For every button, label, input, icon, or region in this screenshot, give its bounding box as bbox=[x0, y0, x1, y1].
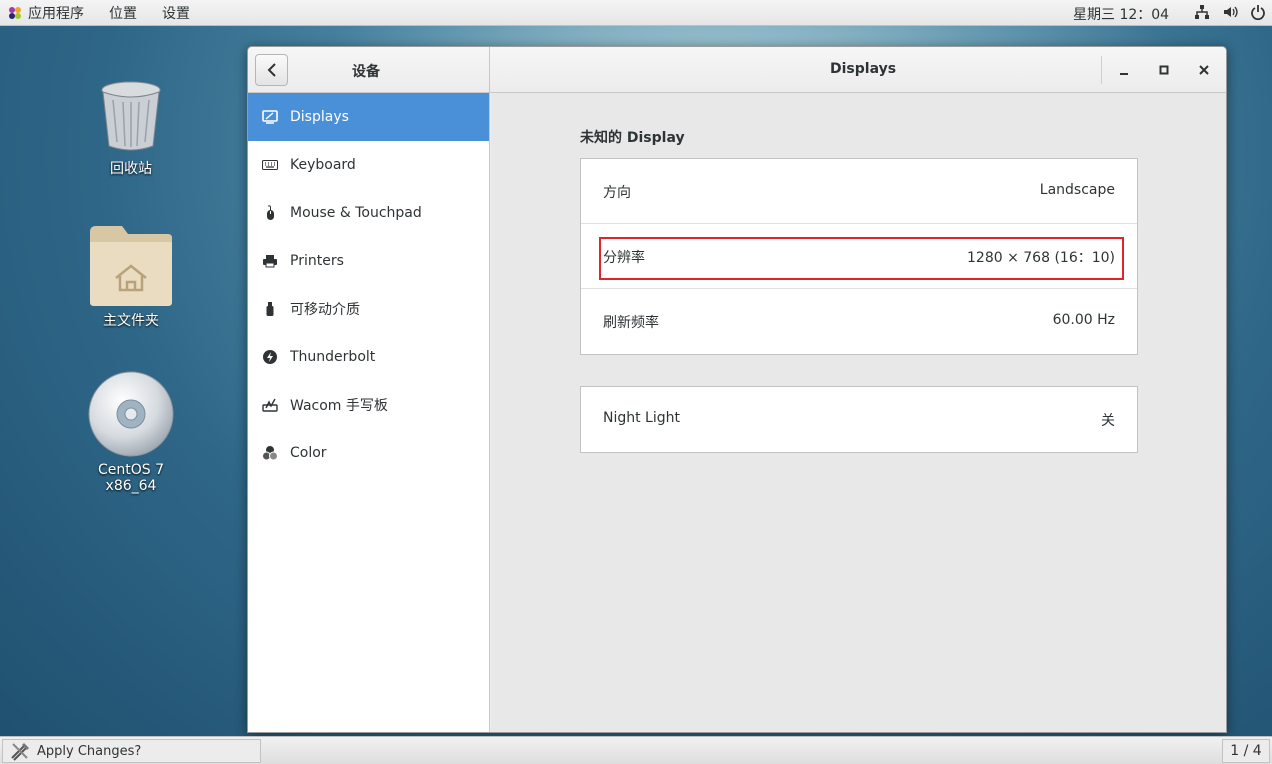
menu-applications[interactable]: 应用程序 bbox=[28, 3, 84, 23]
volume-icon[interactable] bbox=[1222, 4, 1238, 20]
disc-icon bbox=[88, 371, 174, 457]
sidebar-item-label: 可移动介质 bbox=[290, 302, 360, 318]
display-section-title: 未知的 Display bbox=[580, 130, 685, 146]
orientation-row[interactable]: 方向 Landscape bbox=[581, 159, 1137, 224]
maximize-button[interactable] bbox=[1154, 60, 1174, 80]
top-panel: 应用程序 位置 设置 星期三 12：04 bbox=[0, 0, 1272, 26]
display-icon bbox=[262, 109, 278, 125]
sidebar-item-label: Mouse & Touchpad bbox=[290, 205, 422, 221]
sidebar-title: 设备 bbox=[352, 64, 380, 80]
sidebar-item-removable-media[interactable]: 可移动介质 bbox=[248, 285, 489, 333]
sidebar-item-keyboard[interactable]: Keyboard bbox=[248, 141, 489, 189]
row-value: 60.00 Hz bbox=[1052, 312, 1115, 328]
night-light-panel: Night Light 关 bbox=[580, 386, 1138, 453]
sidebar-item-label: Thunderbolt bbox=[290, 349, 376, 365]
row-value: 关 bbox=[1101, 413, 1115, 429]
desktop-icon-trash[interactable]: 回收站 bbox=[71, 80, 191, 178]
back-button[interactable] bbox=[255, 54, 288, 86]
sidebar-item-mouse[interactable]: Mouse & Touchpad bbox=[248, 189, 489, 237]
desktop-icon-disc[interactable]: CentOS 7 x86_64 bbox=[71, 370, 191, 494]
refresh-rate-row[interactable]: 刷新频率 60.00 Hz bbox=[581, 289, 1137, 354]
sidebar-item-displays[interactable]: Displays bbox=[248, 93, 489, 141]
tablet-icon bbox=[262, 397, 278, 413]
mouse-icon bbox=[262, 205, 278, 221]
desktop-icon-label: CentOS 7 x86_64 bbox=[97, 462, 164, 494]
thunderbolt-icon bbox=[262, 349, 278, 365]
page-title: Displays bbox=[830, 61, 897, 77]
close-icon bbox=[1199, 65, 1209, 75]
sidebar-item-color[interactable]: Color bbox=[248, 429, 489, 477]
row-label: 分辨率 bbox=[603, 250, 645, 266]
maximize-icon bbox=[1159, 65, 1169, 75]
sidebar-item-label: Keyboard bbox=[290, 157, 356, 173]
sidebar-item-label: Printers bbox=[290, 253, 344, 269]
resolution-row[interactable]: 分辨率 1280 × 768 (16：10) bbox=[581, 224, 1137, 289]
sidebar: Displays Keyboard Mouse & Touchpad Print… bbox=[248, 93, 490, 732]
row-label: 刷新频率 bbox=[603, 315, 659, 331]
sidebar-item-wacom[interactable]: Wacom 手写板 bbox=[248, 381, 489, 429]
night-light-row[interactable]: Night Light 关 bbox=[581, 387, 1137, 452]
color-icon bbox=[262, 445, 278, 461]
usb-drive-icon bbox=[262, 301, 278, 317]
close-button[interactable] bbox=[1194, 60, 1214, 80]
taskbar-item-apply-changes[interactable]: Apply Changes? bbox=[2, 739, 261, 763]
minimize-icon bbox=[1120, 73, 1128, 75]
settings-window: 设备 Displays Displays Keyboard Mouse & To… bbox=[247, 46, 1227, 733]
row-value: 1280 × 768 (16：10) bbox=[967, 250, 1115, 266]
desktop-icon-label: 回收站 bbox=[110, 161, 152, 177]
network-icon[interactable] bbox=[1194, 4, 1210, 20]
sidebar-item-label: Wacom 手写板 bbox=[290, 398, 388, 414]
header-separator bbox=[1101, 56, 1102, 84]
trash-icon bbox=[101, 81, 161, 151]
chevron-left-icon bbox=[267, 63, 276, 77]
window-headerbar: 设备 Displays bbox=[248, 47, 1226, 93]
keyboard-icon bbox=[262, 157, 278, 173]
desktop-icon-label: 主文件夹 bbox=[103, 313, 159, 329]
menu-places[interactable]: 位置 bbox=[109, 3, 137, 23]
row-label: Night Light bbox=[603, 410, 680, 426]
sidebar-item-label: Color bbox=[290, 445, 327, 461]
display-settings-panel: 方向 Landscape 分辨率 1280 × 768 (16：10) 刷新频率… bbox=[580, 158, 1138, 355]
content-area: 未知的 Display 方向 Landscape 分辨率 1280 × 768 … bbox=[491, 93, 1226, 732]
sidebar-item-label: Displays bbox=[290, 109, 349, 125]
printer-icon bbox=[262, 253, 278, 269]
sidebar-item-printers[interactable]: Printers bbox=[248, 237, 489, 285]
sidebar-item-thunderbolt[interactable]: Thunderbolt bbox=[248, 333, 489, 381]
minimize-button[interactable] bbox=[1114, 60, 1134, 80]
workspace-indicator[interactable]: 1 / 4 bbox=[1222, 739, 1270, 763]
desktop-icon-home[interactable]: 主文件夹 bbox=[71, 224, 191, 330]
row-value: Landscape bbox=[1039, 182, 1115, 198]
power-icon[interactable] bbox=[1250, 4, 1266, 20]
home-folder-icon bbox=[90, 226, 172, 306]
task-label: Apply Changes? bbox=[37, 743, 142, 759]
bottom-panel: Apply Changes? 1 / 4 bbox=[0, 736, 1272, 764]
row-label: 方向 bbox=[603, 185, 631, 201]
tools-icon bbox=[11, 743, 29, 761]
clock[interactable]: 星期三 12：04 bbox=[1073, 4, 1169, 24]
menu-settings[interactable]: 设置 bbox=[162, 3, 190, 23]
applications-icon[interactable] bbox=[8, 6, 22, 20]
